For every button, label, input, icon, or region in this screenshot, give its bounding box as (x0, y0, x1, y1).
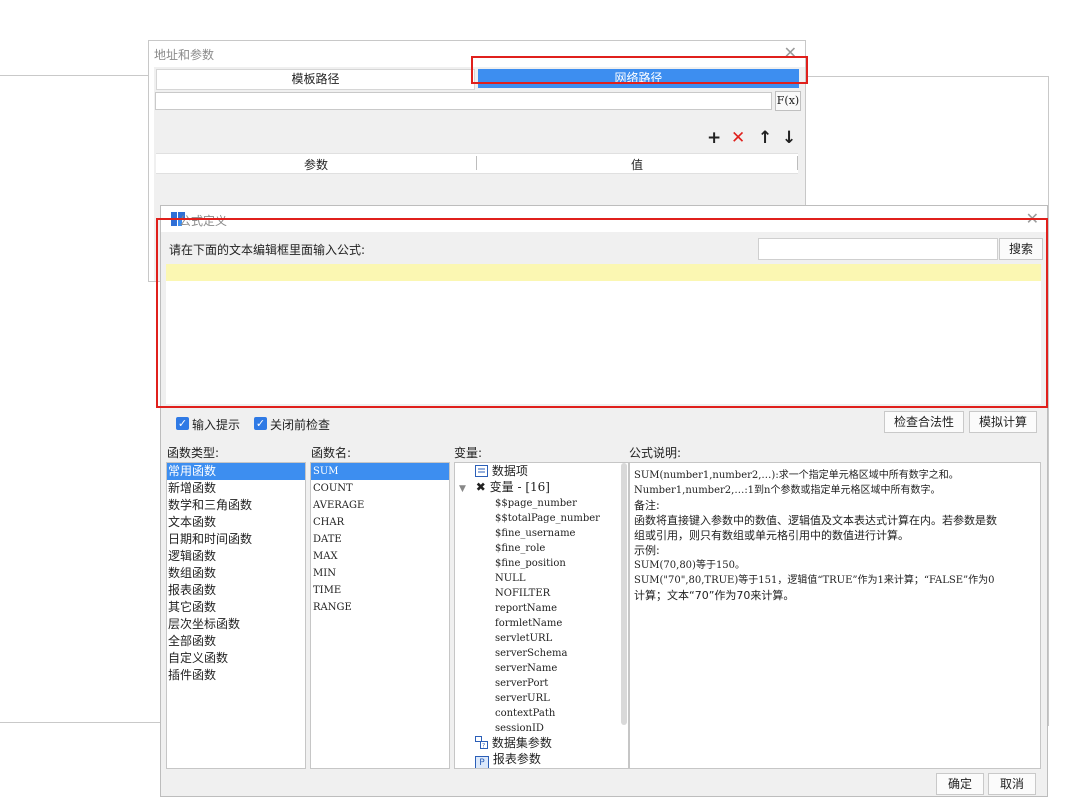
function-types-header: 函数类型: (167, 446, 220, 460)
check-validity-button[interactable]: 检查合法性 (884, 411, 964, 433)
list-item[interactable]: 其它函数 (167, 599, 305, 616)
background-window-edge (0, 722, 160, 723)
highlight-box (156, 218, 1048, 408)
list-item[interactable]: RANGE (311, 599, 449, 616)
variable-item[interactable]: sessionID (495, 721, 544, 736)
list-item[interactable]: 层次坐标函数 (167, 616, 305, 633)
tab-template-path[interactable]: 模板路径 (156, 69, 475, 90)
tree-node-label: 报表参数 (492, 752, 541, 766)
variable-item[interactable]: $fine_username (495, 526, 575, 541)
column-header-param: 参数 (304, 158, 329, 172)
column-header-value: 值 (631, 158, 644, 172)
description-line: SUM(70,80)等于150。 (634, 560, 746, 571)
tree-node-dataset-params[interactable]: ? 数据集参数 (475, 736, 552, 751)
column-divider (797, 156, 798, 170)
list-item[interactable]: 数组函数 (167, 565, 305, 582)
report-param-icon: P (475, 756, 489, 768)
description-line: 函数将直接键入参数中的数值、逻辑值及文本表达式计算在内。若参数是数 (634, 514, 997, 527)
data-item-icon (475, 465, 488, 477)
column-divider (476, 156, 477, 170)
list-item[interactable]: 文本函数 (167, 514, 305, 531)
formula-description: SUM(number1,number2,…):求一个指定单元格区域中所有数字之和… (629, 462, 1041, 769)
delete-icon[interactable]: ✕ (731, 129, 745, 147)
variable-group-icon: ✖ (475, 480, 486, 494)
list-item[interactable]: MAX (311, 548, 449, 565)
dataset-param-icon: ? (475, 736, 488, 750)
highlight-box (471, 56, 808, 84)
list-item[interactable]: DATE (311, 531, 449, 548)
description-line: 备注: (634, 499, 660, 512)
list-item[interactable]: 报表函数 (167, 582, 305, 599)
function-name-list[interactable]: SUM COUNT AVERAGE CHAR DATE MAX MIN TIME… (310, 462, 450, 769)
list-item[interactable]: TIME (311, 582, 449, 599)
tree-node-label: 数据项 (491, 464, 528, 478)
list-item[interactable]: 数学和三角函数 (167, 497, 305, 514)
tree-node-variables[interactable]: ▼ ✖ 变量 - [16] (459, 480, 550, 495)
variable-tree[interactable]: 数据项 ▼ ✖ 变量 - [16] $$page_number $$totalP… (454, 462, 629, 769)
list-item[interactable]: 日期和时间函数 (167, 531, 305, 548)
variable-item[interactable]: NULL (495, 571, 525, 586)
input-hint-label: 输入提示 (192, 418, 241, 432)
variable-item[interactable]: $fine_position (495, 556, 566, 571)
move-down-icon[interactable]: ↓ (782, 129, 796, 147)
variable-item[interactable]: formletName (495, 616, 562, 631)
params-table-header: 参数 值 (156, 153, 798, 174)
check-before-close-checkbox[interactable]: ✓ (254, 417, 267, 430)
variable-item[interactable]: serverName (495, 661, 557, 676)
cancel-button[interactable]: 取消 (988, 773, 1036, 795)
list-item[interactable]: 全部函数 (167, 633, 305, 650)
description-header: 公式说明: (629, 446, 682, 460)
input-hint-checkbox[interactable]: ✓ (176, 417, 189, 430)
background-window-edge (804, 76, 1049, 77)
list-item[interactable]: 常用函数 (167, 463, 305, 480)
description-line: SUM("70",80,TRUE)等于151，逻辑值“TRUE”作为1来计算；“… (634, 575, 995, 586)
variable-item[interactable]: $fine_role (495, 541, 545, 556)
tree-node-label: 变量 - [16] (489, 480, 550, 494)
function-names-header: 函数名: (311, 446, 352, 460)
list-item[interactable]: AVERAGE (311, 497, 449, 514)
ok-button[interactable]: 确定 (936, 773, 984, 795)
add-icon[interactable]: + (707, 129, 721, 147)
variable-item[interactable]: reportName (495, 601, 557, 616)
simulate-calc-button[interactable]: 模拟计算 (969, 411, 1037, 433)
function-type-list[interactable]: 常用函数 新增函数 数学和三角函数 文本函数 日期和时间函数 逻辑函数 数组函数… (166, 462, 306, 769)
variables-header: 变量: (454, 446, 483, 460)
variable-item[interactable]: $$page_number (495, 496, 577, 511)
path-input[interactable] (155, 92, 772, 110)
variable-item[interactable]: contextPath (495, 706, 555, 721)
background-window-edge (0, 75, 148, 76)
description-line: 计算；文本“70”作为70来计算。 (634, 589, 795, 602)
list-item[interactable]: MIN (311, 565, 449, 582)
tree-node-data-item[interactable]: 数据项 (475, 464, 528, 479)
chevron-down-icon[interactable]: ▼ (459, 484, 466, 494)
tree-node-label: 数据集参数 (491, 736, 552, 750)
formula-fx-button[interactable]: F(x) (775, 91, 801, 111)
description-line: Number1,number2,…:1到n个参数或指定单元格区域中所有数字。 (634, 485, 941, 496)
tree-node-report-params[interactable]: P 报表参数 (475, 752, 541, 768)
background-window-edge (1048, 76, 1049, 726)
description-line: SUM(number1,number2,…):求一个指定单元格区域中所有数字之和… (634, 470, 959, 481)
list-item[interactable]: 逻辑函数 (167, 548, 305, 565)
variable-item[interactable]: serverSchema (495, 646, 567, 661)
svg-text:?: ? (482, 743, 485, 750)
list-item[interactable]: SUM (311, 463, 449, 480)
list-item[interactable]: COUNT (311, 480, 449, 497)
variable-item[interactable]: NOFILTER (495, 586, 550, 601)
move-up-icon[interactable]: ↑ (758, 129, 772, 147)
variable-item[interactable]: servletURL (495, 631, 552, 646)
variable-item[interactable]: $$totalPage_number (495, 511, 600, 526)
description-line: 组或引用，则只有数组或单元格引用中的数值进行计算。 (634, 529, 909, 542)
list-item[interactable]: CHAR (311, 514, 449, 531)
list-item[interactable]: 自定义函数 (167, 650, 305, 667)
check-before-close-label: 关闭前检查 (270, 418, 331, 432)
list-item[interactable]: 新增函数 (167, 480, 305, 497)
description-line: 示例: (634, 544, 660, 557)
variable-item[interactable]: serverPort (495, 676, 548, 691)
scrollbar[interactable] (621, 463, 627, 725)
list-item[interactable]: 插件函数 (167, 667, 305, 684)
dialog-title: 地址和参数 (154, 48, 215, 62)
variable-item[interactable]: serverURL (495, 691, 550, 706)
